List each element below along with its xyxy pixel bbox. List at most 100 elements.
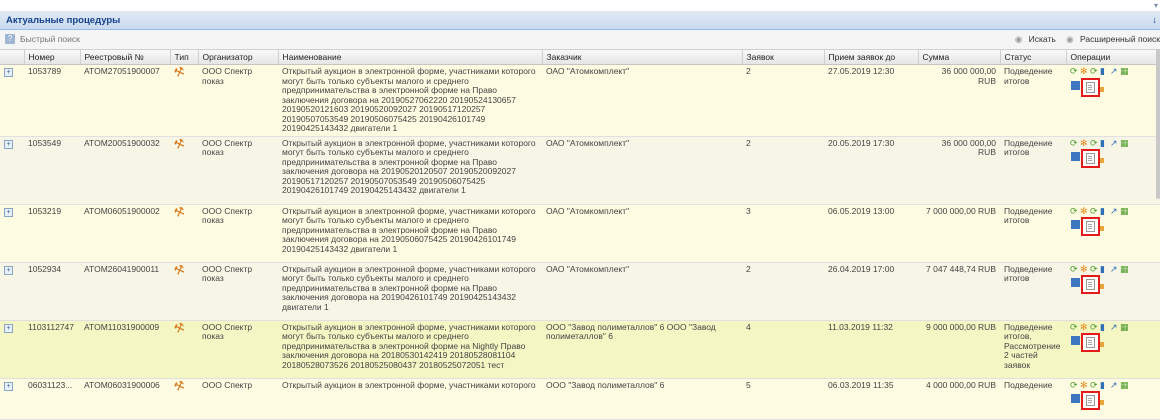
document-icon[interactable] [1081, 333, 1100, 352]
table-icon[interactable]: ▦ [1120, 264, 1130, 275]
panel-tool-icon[interactable]: ↓ [1152, 12, 1157, 29]
attachment-icon[interactable] [1100, 400, 1104, 405]
stats-chart-icon[interactable]: ▮ [1100, 66, 1110, 77]
history-icon[interactable]: ⟳ [1090, 66, 1100, 77]
stats-chart-icon[interactable]: ▮ [1100, 264, 1110, 275]
settings-icon[interactable]: ✻ [1080, 66, 1090, 77]
history-icon[interactable]: ⟳ [1090, 138, 1100, 149]
document-icon[interactable] [1081, 217, 1100, 236]
attachment-icon[interactable] [1100, 226, 1104, 231]
cell-name: Открытый аукцион в электронной форме, уч… [278, 320, 542, 379]
history-icon[interactable]: ⟳ [1090, 264, 1100, 275]
advanced-search-button[interactable]: ◉ Расширенный поиск [1062, 34, 1160, 44]
stats-chart-icon[interactable]: ▮ [1100, 138, 1110, 149]
chart-up-icon[interactable]: ↗ [1110, 206, 1120, 217]
history-icon[interactable]: ⟳ [1090, 380, 1100, 391]
col-name[interactable]: Наименование [278, 50, 543, 65]
table-icon[interactable]: ▦ [1120, 138, 1130, 149]
cell-sum: 36 000 000,00 RUB [918, 136, 1000, 205]
col-sum[interactable]: Сумма [918, 50, 1001, 65]
expand-icon[interactable]: + [4, 265, 13, 275]
refresh-icon[interactable]: ⟳ [1070, 66, 1080, 77]
attachment-icon[interactable] [1100, 284, 1104, 289]
save-icon[interactable] [1071, 220, 1080, 229]
history-icon[interactable]: ⟳ [1090, 206, 1100, 217]
attachment-icon[interactable] [1100, 158, 1104, 163]
attachment-icon[interactable] [1100, 342, 1104, 347]
settings-icon[interactable]: ✻ [1080, 206, 1090, 217]
settings-icon[interactable]: ✻ [1080, 138, 1090, 149]
table-row[interactable]: + 1053549 ATOM20051900032 ⚒ ООО Спектр п… [0, 136, 1160, 205]
row-expander[interactable]: + [0, 64, 24, 137]
help-icon[interactable]: ? [5, 34, 15, 44]
save-icon[interactable] [1071, 80, 1080, 90]
stats-chart-icon[interactable]: ▮ [1100, 380, 1110, 391]
table-row[interactable]: + 1103112747 ATOM11031900009 ⚒ ООО Спект… [0, 320, 1160, 379]
cell-customer: ООО "Завод полиметаллов" 6 ООО "Завод по… [542, 320, 742, 379]
attachment-icon[interactable] [1100, 86, 1104, 92]
table-icon[interactable]: ▦ [1120, 66, 1130, 77]
refresh-icon[interactable]: ⟳ [1070, 264, 1080, 275]
table-row[interactable]: + 1052934 ATOM26041900011 ⚒ ООО Спектр п… [0, 262, 1160, 321]
document-icon[interactable] [1081, 77, 1100, 97]
row-expander[interactable]: + [0, 320, 24, 379]
cell-organizer: ООО Спектр показ [198, 262, 278, 321]
vertical-scrollbar[interactable] [1156, 49, 1160, 199]
chart-up-icon[interactable]: ↗ [1110, 322, 1120, 333]
table-row[interactable]: + 1053219 ATOM06051900002 ⚒ ООО Спектр п… [0, 204, 1160, 263]
row-expander[interactable]: + [0, 136, 24, 205]
settings-icon[interactable]: ✻ [1080, 322, 1090, 333]
cell-type: ⚒ [170, 320, 198, 379]
table-row[interactable]: + 1053789 ATOM27051900007 ⚒ ООО Спектр п… [0, 64, 1160, 137]
table-icon[interactable]: ▦ [1120, 322, 1130, 333]
expand-icon[interactable]: + [4, 323, 13, 333]
cell-bids: 5 [742, 378, 824, 420]
history-icon[interactable]: ⟳ [1090, 322, 1100, 333]
save-icon[interactable] [1071, 152, 1080, 161]
expand-icon[interactable]: + [4, 207, 13, 217]
table-icon[interactable]: ▦ [1120, 380, 1130, 391]
col-status[interactable]: Статус [1000, 50, 1067, 65]
save-icon[interactable] [1071, 336, 1080, 345]
row-expander[interactable]: + [0, 204, 24, 263]
quick-search-input[interactable] [18, 32, 942, 45]
col-deadline[interactable]: Прием заявок до [824, 50, 919, 65]
document-icon[interactable] [1081, 391, 1100, 410]
row-expander[interactable]: + [0, 262, 24, 321]
refresh-icon[interactable]: ⟳ [1070, 138, 1080, 149]
cell-sum: 7 000 000,00 RUB [918, 204, 1000, 263]
settings-icon[interactable]: ✻ [1080, 380, 1090, 391]
row-expander[interactable]: + [0, 378, 24, 420]
col-organizer[interactable]: Организатор [198, 50, 279, 65]
save-icon[interactable] [1071, 278, 1080, 287]
find-button[interactable]: ◉ Искать [1011, 34, 1056, 44]
expand-icon[interactable]: + [4, 381, 13, 391]
col-number[interactable]: Номер [24, 50, 81, 65]
refresh-icon[interactable]: ⟳ [1070, 380, 1080, 391]
document-icon[interactable] [1081, 275, 1100, 294]
settings-icon[interactable]: ✻ [1080, 264, 1090, 275]
cell-customer: ООО "Завод полиметаллов" 6 [542, 378, 742, 420]
col-expander [0, 50, 25, 65]
chart-up-icon[interactable]: ↗ [1110, 66, 1120, 77]
chart-up-icon[interactable]: ↗ [1110, 380, 1120, 391]
col-type[interactable]: Тип [170, 50, 199, 65]
table-row[interactable]: + 06031123... ATOM06031900006 ⚒ ООО Спек… [0, 378, 1160, 420]
document-icon[interactable] [1081, 149, 1100, 168]
cell-bids: 3 [742, 204, 824, 263]
cell-sum: 7 047 448,74 RUB [918, 262, 1000, 321]
stats-chart-icon[interactable]: ▮ [1100, 322, 1110, 333]
expand-icon[interactable]: + [4, 139, 13, 149]
col-customer[interactable]: Заказчик [542, 50, 743, 65]
col-bids[interactable]: Заявок [742, 50, 825, 65]
expand-icon[interactable]: + [4, 68, 13, 77]
save-icon[interactable] [1071, 394, 1080, 403]
chart-up-icon[interactable]: ↗ [1110, 264, 1120, 275]
refresh-icon[interactable]: ⟳ [1070, 322, 1080, 333]
col-registry[interactable]: Реестровый № [80, 50, 171, 65]
table-icon[interactable]: ▦ [1120, 206, 1130, 217]
chart-up-icon[interactable]: ↗ [1110, 138, 1120, 149]
refresh-icon[interactable]: ⟳ [1070, 206, 1080, 217]
stats-chart-icon[interactable]: ▮ [1100, 206, 1110, 217]
cell-type: ⚒ [170, 204, 198, 263]
